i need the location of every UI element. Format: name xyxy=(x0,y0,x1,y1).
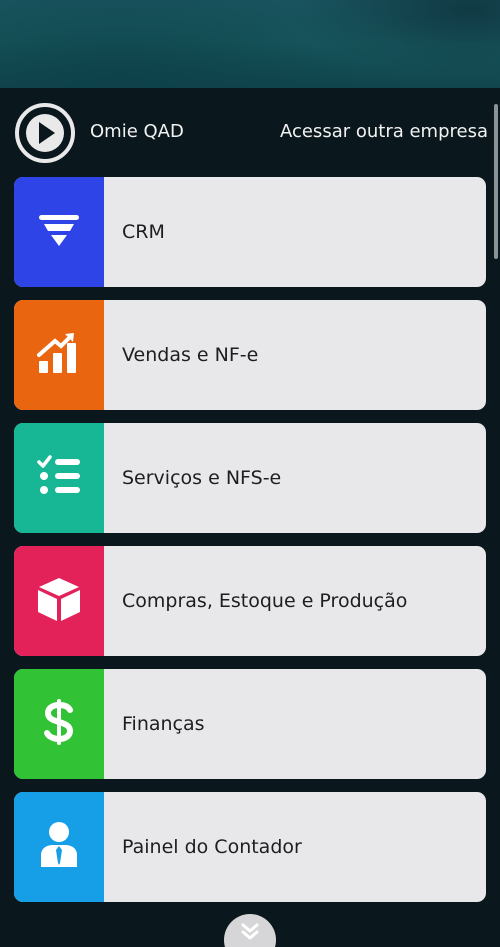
module-icon-box xyxy=(14,792,104,902)
module-icon-box xyxy=(14,423,104,533)
chevron-double-down-icon xyxy=(239,923,261,945)
box-icon xyxy=(35,575,83,627)
module-icon-box xyxy=(14,669,104,779)
module-card-servicos[interactable]: Serviços e NFS-e xyxy=(14,423,486,533)
module-icon-box xyxy=(14,177,104,287)
module-card-vendas[interactable]: Vendas e NF-e xyxy=(14,300,486,410)
module-icon-box xyxy=(14,300,104,410)
sales-chart-icon xyxy=(35,329,83,381)
company-name: Omie QAD xyxy=(90,121,184,142)
scrollbar[interactable] xyxy=(494,104,498,259)
dollar-icon xyxy=(42,698,76,750)
play-circle-icon[interactable] xyxy=(14,102,76,164)
module-card-compras[interactable]: Compras, Estoque e Produção xyxy=(14,546,486,656)
module-label: CRM xyxy=(122,221,165,243)
module-label: Finanças xyxy=(122,713,205,735)
switch-company-link[interactable]: Acessar outra empresa xyxy=(280,118,488,146)
module-card-financas[interactable]: Finanças xyxy=(14,669,486,779)
header-background xyxy=(0,0,500,88)
module-card-crm[interactable]: CRM xyxy=(14,177,486,287)
funnel-icon xyxy=(37,208,81,256)
checklist-icon xyxy=(36,454,82,502)
module-label: Vendas e NF-e xyxy=(122,344,259,366)
module-label: Compras, Estoque e Produção xyxy=(122,590,408,612)
module-label: Serviços e NFS-e xyxy=(122,467,282,489)
module-icon-box xyxy=(14,546,104,656)
accountant-icon xyxy=(39,821,79,873)
module-label: Painel do Contador xyxy=(122,836,302,858)
module-card-contador[interactable]: Painel do Contador xyxy=(14,792,486,902)
